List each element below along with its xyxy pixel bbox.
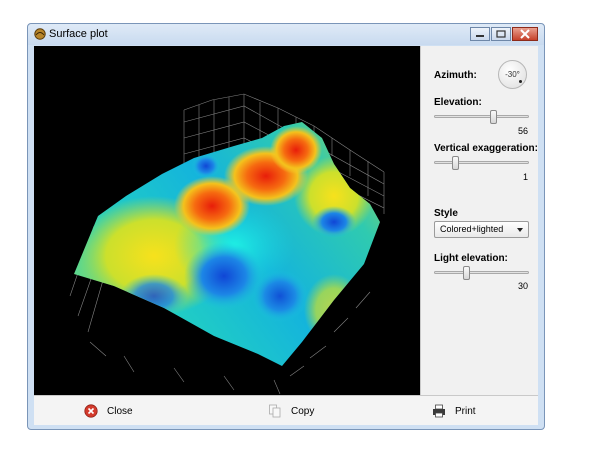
light-elevation-thumb[interactable] bbox=[463, 266, 471, 280]
elevation-thumb[interactable] bbox=[489, 110, 497, 124]
close-button[interactable]: Close bbox=[84, 402, 133, 420]
print-button[interactable]: Print bbox=[432, 402, 476, 420]
printer-icon bbox=[433, 404, 445, 418]
copy-icon bbox=[269, 404, 281, 418]
elevation-slider[interactable] bbox=[434, 110, 529, 124]
light-elevation-track bbox=[434, 271, 529, 274]
elevation-track bbox=[434, 115, 529, 118]
print-button-label: Print bbox=[455, 405, 476, 417]
surface-plot-graphic bbox=[69, 93, 385, 395]
title-bar[interactable]: Surface plot bbox=[28, 24, 544, 45]
light-elevation-label: Light elevation: bbox=[434, 253, 508, 264]
bottom-toolbar: Close Copy Print bbox=[34, 395, 538, 425]
close-circle-icon bbox=[84, 404, 98, 418]
style-label: Style bbox=[434, 208, 458, 219]
azimuth-value: -30° bbox=[505, 70, 520, 79]
light-elevation-slider[interactable] bbox=[434, 266, 529, 280]
vertical-exaggeration-track bbox=[434, 161, 529, 164]
light-elevation-value: 30 bbox=[517, 281, 528, 291]
controls-panel: Azimuth: -30° Elevation: 56 Vertical exa… bbox=[420, 46, 538, 395]
elevation-label: Elevation: bbox=[434, 97, 482, 108]
azimuth-indicator bbox=[519, 80, 522, 83]
style-selected: Colored+lighted bbox=[440, 224, 504, 234]
close-button-label: Close bbox=[107, 405, 133, 417]
vertical-exaggeration-value: 1 bbox=[522, 172, 528, 182]
vertical-exaggeration-slider[interactable] bbox=[434, 156, 529, 170]
copy-button[interactable]: Copy bbox=[268, 402, 314, 420]
close-icon bbox=[520, 29, 530, 39]
dropdown-arrow-icon bbox=[517, 228, 523, 232]
minimize-button[interactable] bbox=[470, 27, 490, 41]
azimuth-dial[interactable]: -30° bbox=[498, 60, 527, 89]
close-window-button[interactable] bbox=[512, 27, 538, 41]
azimuth-label: Azimuth: bbox=[434, 70, 477, 81]
app-icon bbox=[34, 28, 46, 40]
minimize-icon bbox=[476, 35, 484, 37]
maximize-button[interactable] bbox=[491, 27, 511, 41]
maximize-icon bbox=[496, 30, 506, 38]
surface-plot-canvas[interactable] bbox=[34, 46, 420, 395]
vertical-exaggeration-thumb[interactable] bbox=[451, 156, 459, 170]
vertical-exaggeration-label: Vertical exaggeration: bbox=[434, 143, 538, 154]
elevation-value: 56 bbox=[517, 126, 528, 136]
copy-button-label: Copy bbox=[291, 405, 315, 417]
window-title: Surface plot bbox=[49, 28, 108, 40]
style-dropdown[interactable]: Colored+lighted bbox=[434, 221, 529, 238]
surface-plot-window: Surface plot Azimuth: -30° Elevation: 56… bbox=[27, 23, 545, 430]
